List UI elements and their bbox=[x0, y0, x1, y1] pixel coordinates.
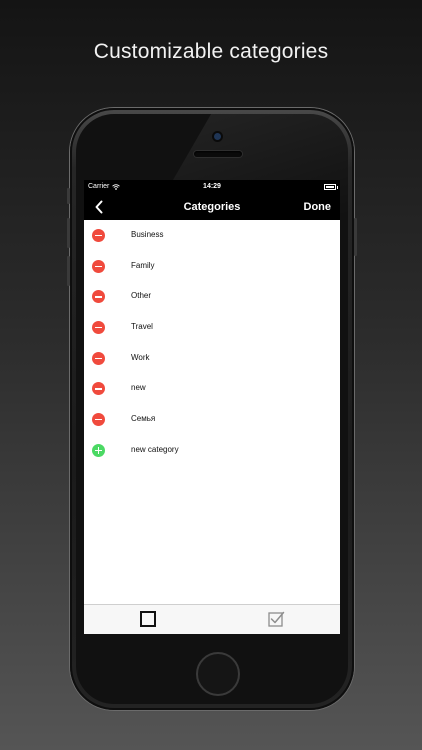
delete-icon[interactable] bbox=[92, 351, 105, 365]
delete-icon[interactable] bbox=[92, 382, 105, 396]
delete-icon[interactable] bbox=[92, 321, 105, 335]
home-button[interactable] bbox=[196, 652, 240, 696]
delete-icon[interactable] bbox=[92, 259, 105, 273]
front-camera bbox=[214, 133, 221, 140]
volume-up-button bbox=[67, 218, 70, 248]
empty-checkbox-icon bbox=[140, 611, 156, 627]
tab-bar bbox=[84, 604, 340, 634]
delete-icon[interactable] bbox=[92, 413, 105, 427]
list-item-work[interactable]: Work bbox=[84, 343, 340, 374]
category-label: new bbox=[131, 383, 146, 393]
app-screen: Carrier 14:29 Categories Done Business F… bbox=[84, 180, 340, 634]
category-label: Other bbox=[131, 291, 152, 301]
battery-icon bbox=[324, 184, 336, 190]
add-category-label: new category bbox=[131, 444, 179, 454]
volume-down-button bbox=[67, 256, 70, 286]
delete-icon[interactable] bbox=[92, 290, 105, 304]
page-title: Categories bbox=[183, 201, 241, 213]
category-label: Work bbox=[131, 352, 150, 362]
status-time: 14:29 bbox=[203, 183, 221, 190]
navigation-bar: Categories Done bbox=[84, 194, 340, 220]
mute-switch bbox=[67, 188, 70, 204]
done-button[interactable]: Done bbox=[304, 201, 332, 213]
list-item-family[interactable]: Family bbox=[84, 251, 340, 282]
list-item-business[interactable]: Business bbox=[84, 220, 340, 251]
earpiece-speaker bbox=[194, 151, 242, 157]
category-label: Travel bbox=[131, 322, 153, 332]
category-label: Семья bbox=[131, 414, 156, 424]
tab-checked[interactable] bbox=[266, 609, 286, 629]
list-item-semya[interactable]: Семья bbox=[84, 404, 340, 435]
list-item-travel[interactable]: Travel bbox=[84, 312, 340, 343]
list-item-other[interactable]: Other bbox=[84, 281, 340, 312]
power-button bbox=[354, 218, 357, 256]
checked-checkbox-icon bbox=[268, 611, 285, 627]
add-category-row[interactable]: new category bbox=[84, 435, 340, 466]
status-bar: Carrier 14:29 bbox=[84, 180, 340, 194]
category-label: Family bbox=[131, 260, 155, 270]
category-list: Business Family Other Travel Work new Се… bbox=[84, 220, 340, 466]
delete-icon[interactable] bbox=[92, 229, 105, 242]
promo-headline: Customizable categories bbox=[93, 40, 329, 63]
add-icon[interactable] bbox=[92, 443, 105, 457]
list-item-new[interactable]: new bbox=[84, 373, 340, 404]
tab-unchecked[interactable] bbox=[138, 609, 158, 629]
category-label: Business bbox=[131, 230, 164, 239]
